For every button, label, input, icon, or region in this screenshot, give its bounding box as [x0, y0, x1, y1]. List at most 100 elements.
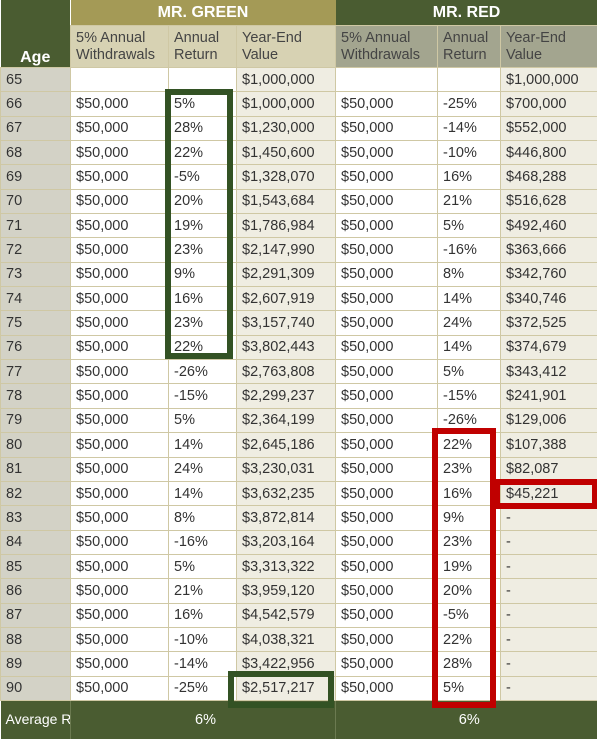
red-value-cell: $45,221 [500, 480, 597, 507]
red-withdrawal-cell: $50,000 [335, 553, 439, 580]
age-cell: 87 [0, 602, 71, 628]
red-average-return: 6% [335, 700, 597, 739]
green-return-cell [168, 66, 237, 93]
green-return-cell: -5% [168, 164, 237, 190]
red-return-cell: 23% [437, 529, 502, 555]
green-return-cell: 23% [168, 310, 237, 336]
green-value-cell: $2,291,309 [235, 261, 337, 288]
age-cell: 72 [0, 237, 71, 263]
red-return-cell: 28% [437, 651, 502, 677]
table-row: 68 $50,000 22% $1,450,600 $50,000 -10% $446,80… [0, 140, 597, 166]
green-withdrawal-cell: $50,000 [70, 651, 169, 677]
green-value-cell: $1,000,000 [235, 66, 337, 93]
red-withdrawal-cell: $50,000 [335, 91, 439, 117]
age-cell: 74 [0, 286, 71, 312]
red-return-cell: 16% [437, 480, 502, 507]
red-return-cell: 19% [437, 553, 502, 580]
red-withdrawal-cell: $50,000 [335, 334, 439, 361]
table-row: 88 $50,000 -10% $4,038,321 $50,000 22% - [0, 626, 597, 653]
green-return-cell: 8% [168, 505, 237, 531]
red-withdrawal-cell: $50,000 [335, 480, 439, 507]
green-return-cell: 22% [168, 334, 237, 361]
red-withdrawal-cell: $50,000 [335, 432, 439, 458]
green-withdrawal-cell: $50,000 [70, 237, 169, 263]
green-return-cell: 14% [168, 432, 237, 458]
red-withdrawal-cell: $50,000 [335, 529, 439, 555]
green-value-cell: $1,328,070 [235, 164, 337, 190]
table-row: 76 $50,000 22% $3,802,443 $50,000 14% $374,679 [0, 334, 597, 361]
age-cell: 67 [0, 115, 71, 142]
green-return-cell: 24% [168, 456, 237, 482]
green-withdrawal-cell: $50,000 [70, 432, 169, 458]
table-row: 87 $50,000 16% $4,542,579 $50,000 -5% - [0, 602, 597, 628]
mr-green-header: MR. GREEN [70, 0, 336, 26]
red-return-cell: 22% [437, 432, 502, 458]
table-row: 65 $1,000,000 $1,000,000 [0, 66, 597, 93]
red-withdrawal-cell: $50,000 [335, 407, 439, 434]
green-withdrawal-cell: $50,000 [70, 359, 169, 385]
table-row: 80 $50,000 14% $2,645,186 $50,000 22% $107,388 [0, 432, 597, 458]
green-withdrawal-cell: $50,000 [70, 553, 169, 580]
green-withdrawal-cell: $50,000 [70, 626, 169, 653]
red-value-cell: - [500, 675, 597, 701]
mr-red-header: MR. RED [335, 0, 597, 26]
green-value-cell: $2,607,919 [235, 286, 337, 312]
red-value-cell: $516,628 [500, 188, 597, 215]
green-return-cell: -10% [168, 626, 237, 653]
green-withdrawals-header: 5% Annual Withdrawals [70, 25, 169, 68]
green-return-cell: 14% [168, 480, 237, 507]
red-value-cell: $241,901 [500, 383, 597, 409]
table-row: 66 $50,000 5% $1,000,000 $50,000 -25% $700,000 [0, 91, 597, 117]
green-value-cell: $2,645,186 [235, 432, 337, 458]
table-row: 84 $50,000 -16% $3,203,164 $50,000 23% - [0, 529, 597, 555]
green-return-cell: 5% [168, 407, 237, 434]
green-value-cell: $4,038,321 [235, 626, 337, 653]
red-withdrawal-cell: $50,000 [335, 115, 439, 142]
green-value-cell: $1,000,000 [235, 91, 337, 117]
red-return-cell: 8% [437, 261, 502, 288]
table-row: 77 $50,000 -26% $2,763,808 $50,000 5% $343,412 [0, 359, 597, 385]
green-return-cell: 9% [168, 261, 237, 288]
green-return-cell: -25% [168, 675, 237, 701]
table-row: 79 $50,000 5% $2,364,199 $50,000 -26% $129,006 [0, 407, 597, 434]
red-withdrawal-cell: $50,000 [335, 626, 439, 653]
red-withdrawal-cell: $50,000 [335, 383, 439, 409]
green-withdrawal-cell: $50,000 [70, 529, 169, 555]
red-value-header: Year-End Value [500, 25, 597, 68]
red-value-cell: - [500, 626, 597, 653]
red-value-cell: $129,006 [500, 407, 597, 434]
green-value-cell: $3,313,322 [235, 553, 337, 580]
age-cell: 71 [0, 213, 71, 239]
green-value-cell: $3,632,235 [235, 480, 337, 507]
age-cell: 90 [0, 675, 71, 701]
green-value-cell: $2,147,990 [235, 237, 337, 263]
red-withdrawal-cell: $50,000 [335, 237, 439, 263]
age-cell: 76 [0, 334, 71, 361]
green-withdrawal-cell: $50,000 [70, 383, 169, 409]
green-withdrawal-cell [70, 66, 169, 93]
red-value-cell: $343,412 [500, 359, 597, 385]
red-return-cell: 16% [437, 164, 502, 190]
age-cell: 80 [0, 432, 71, 458]
red-value-cell: $492,460 [500, 213, 597, 239]
green-withdrawal-cell: $50,000 [70, 261, 169, 288]
green-withdrawal-cell: $50,000 [70, 407, 169, 434]
table-row: 70 $50,000 20% $1,543,684 $50,000 21% $516,628 [0, 188, 597, 215]
green-return-cell: -16% [168, 529, 237, 555]
green-withdrawal-cell: $50,000 [70, 578, 169, 604]
red-withdrawal-cell: $50,000 [335, 505, 439, 531]
green-return-cell: 16% [168, 602, 237, 628]
age-cell: 84 [0, 529, 71, 555]
red-return-cell: 21% [437, 188, 502, 215]
green-value-cell: $2,517,217 [235, 675, 337, 701]
green-average-return: 6% [69, 700, 336, 739]
red-value-cell: $107,388 [500, 432, 597, 458]
age-cell: 79 [0, 407, 71, 434]
red-withdrawal-cell: $50,000 [335, 286, 439, 312]
red-return-cell: 9% [437, 505, 502, 531]
red-return-cell: 23% [437, 456, 502, 482]
table-row: 74 $50,000 16% $2,607,919 $50,000 14% $340,746 [0, 286, 597, 312]
green-withdrawal-cell: $50,000 [70, 286, 169, 312]
red-value-cell: - [500, 553, 597, 580]
red-value-cell: - [500, 529, 597, 555]
